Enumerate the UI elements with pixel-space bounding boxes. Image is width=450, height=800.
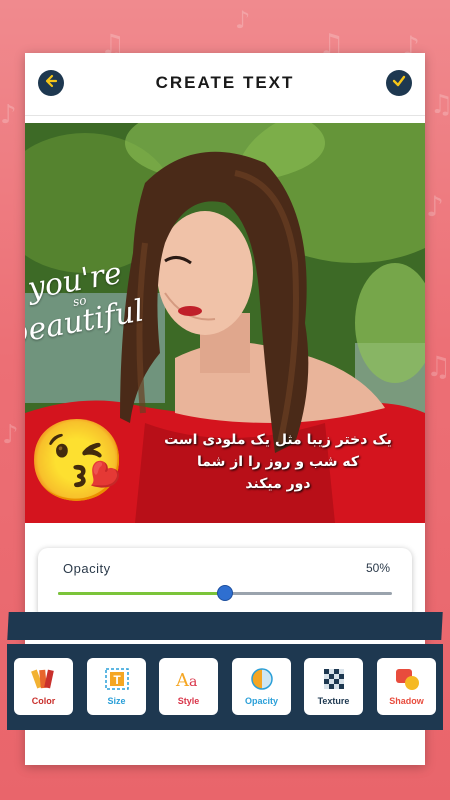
music-note-decoration: ♪ (2, 420, 19, 450)
tool-size-button[interactable]: T Size (87, 658, 146, 715)
slider-fill (58, 592, 225, 595)
text-line: یک دختر زیبا مثل یک ملودی است (164, 432, 392, 448)
tool-label: Size (107, 696, 126, 706)
music-note-decoration: ♫ (426, 350, 450, 383)
slider-thumb[interactable] (217, 585, 233, 601)
confirm-button[interactable] (386, 70, 412, 96)
tool-label: Color (31, 696, 56, 706)
tool-color-button[interactable]: Color (14, 658, 73, 715)
opacity-panel: Opacity 50% (38, 548, 412, 620)
music-note-decoration: ♪ (235, 6, 251, 34)
tool-shadow-button[interactable]: Shadow (377, 658, 436, 715)
tool-label: Shadow (389, 696, 424, 706)
tool-label: Opacity (244, 696, 278, 706)
text-size-icon: T (103, 666, 131, 692)
svg-text:A: A (175, 670, 190, 691)
font-style-icon: A a (175, 666, 203, 692)
music-note-decoration: ♪ (0, 100, 17, 130)
emoji-sticker[interactable]: 😘 (27, 421, 127, 501)
opacity-label: Opacity (63, 561, 111, 576)
checkmark-icon (392, 74, 406, 93)
page-title: CREATE TEXT (155, 73, 295, 92)
music-note-decoration: ♫ (430, 90, 450, 120)
text-overlay[interactable]: یک دختر زیبا مثل یک ملودی است که شب و رو… (155, 429, 401, 495)
top-bar: CREATE TEXT (25, 53, 425, 115)
bottom-toolbar: Color T Size A a Style Opacity Texture S… (7, 644, 443, 730)
opacity-icon (248, 666, 276, 692)
texture-icon (320, 666, 348, 692)
toolbar-shadow (7, 612, 443, 640)
text-line: دور میکند (245, 476, 311, 492)
shadow-icon (393, 666, 421, 692)
svg-text:a: a (189, 674, 197, 690)
opacity-slider[interactable] (58, 585, 392, 601)
svg-text:T: T (113, 673, 121, 687)
tool-opacity-button[interactable]: Opacity (232, 658, 291, 715)
tool-texture-button[interactable]: Texture (304, 658, 363, 715)
photo-canvas[interactable]: you're so beautiful 😘 یک دختر زیبا مثل ی… (25, 123, 425, 523)
tool-label: Texture (317, 696, 350, 706)
tool-style-button[interactable]: A a Style (159, 658, 218, 715)
divider (25, 115, 425, 116)
color-palette-icon (30, 666, 58, 692)
music-note-decoration: ♪ (426, 190, 444, 223)
text-line: که شب و روز را از شما (196, 454, 360, 470)
tool-label: Style (177, 696, 200, 706)
opacity-value: 50% (365, 561, 390, 575)
